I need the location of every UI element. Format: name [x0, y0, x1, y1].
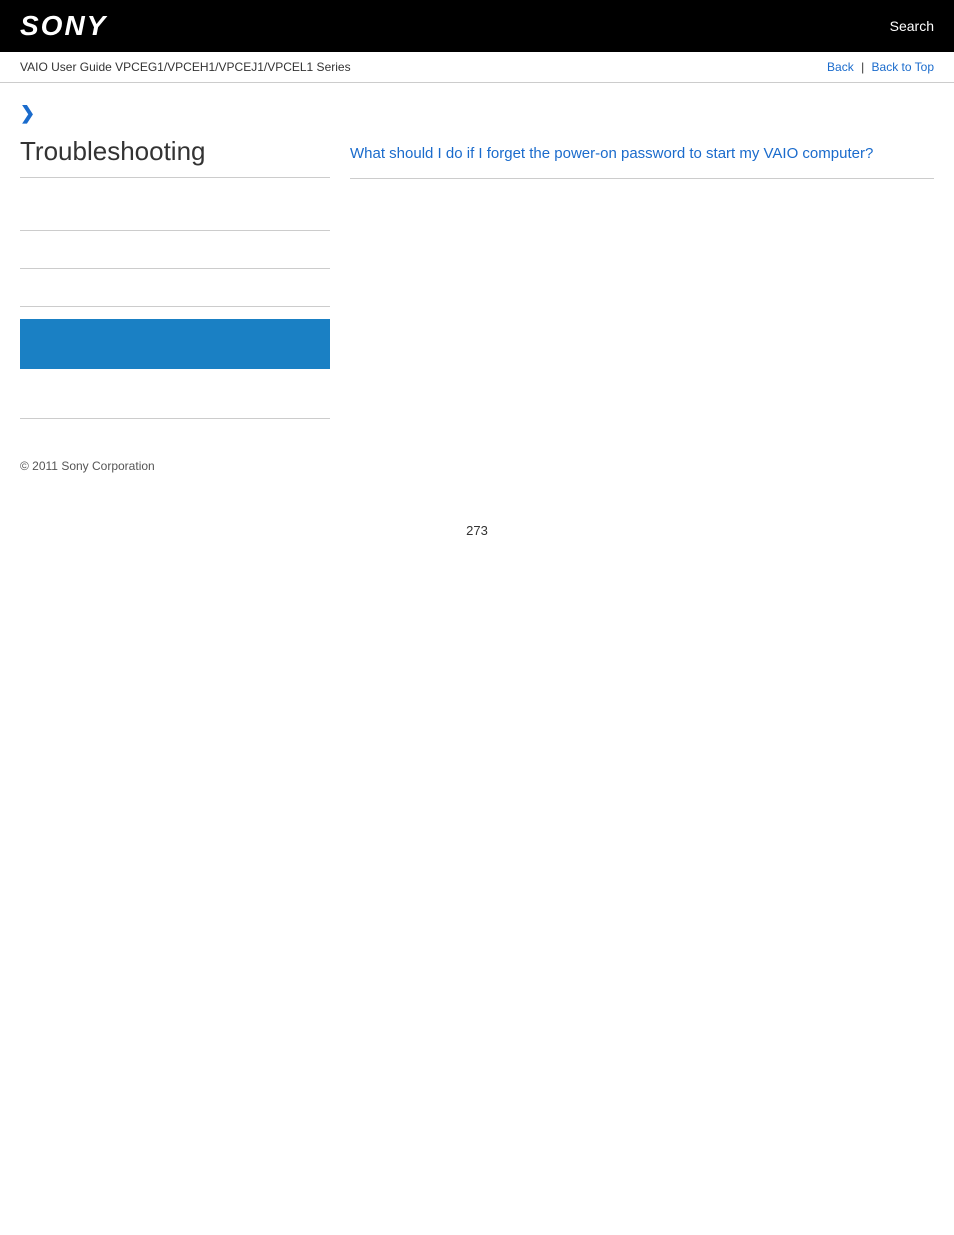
sidebar-blank-item-2	[20, 231, 330, 269]
sidebar-highlight-box	[20, 319, 330, 369]
sidebar-blank-item-3	[20, 269, 330, 307]
back-link[interactable]: Back	[827, 60, 854, 74]
main-container: ❯ Troubleshooting What should I do if I …	[0, 83, 954, 439]
sidebar-title: Troubleshooting	[20, 136, 330, 178]
search-button[interactable]: Search	[890, 18, 934, 34]
content-area: What should I do if I forget the power-o…	[350, 103, 934, 419]
sidebar: ❯ Troubleshooting	[20, 103, 330, 419]
guide-title: VAIO User Guide VPCEG1/VPCEH1/VPCEJ1/VPC…	[20, 60, 351, 74]
nav-separator: |	[861, 60, 867, 74]
sidebar-blank-item-1	[20, 193, 330, 231]
nav-links: Back | Back to Top	[827, 60, 934, 74]
chevron-icon: ❯	[20, 103, 330, 124]
back-to-top-link[interactable]: Back to Top	[872, 60, 934, 74]
page-number: 273	[0, 493, 954, 568]
sidebar-blank-item-4	[20, 381, 330, 419]
sony-logo: SONY	[20, 10, 107, 42]
copyright-text: © 2011 Sony Corporation	[20, 459, 155, 473]
footer: © 2011 Sony Corporation	[0, 439, 954, 493]
header: SONY Search	[0, 0, 954, 52]
breadcrumb-bar: VAIO User Guide VPCEG1/VPCEH1/VPCEJ1/VPC…	[0, 52, 954, 83]
content-link[interactable]: What should I do if I forget the power-o…	[350, 143, 934, 179]
